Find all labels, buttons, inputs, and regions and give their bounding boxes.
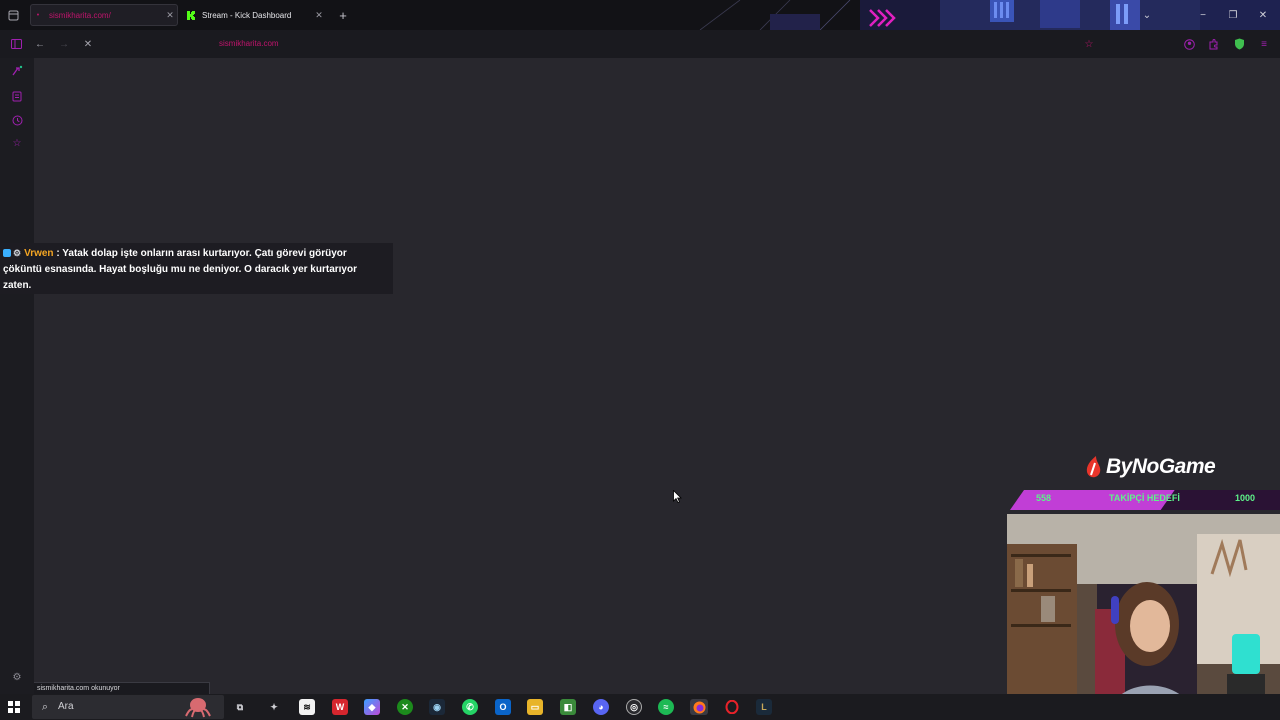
chat-badges: ⚙ <box>3 245 24 262</box>
tab-loading-icon: • <box>36 11 40 19</box>
vpn-shield-icon[interactable] <box>1232 37 1246 51</box>
league-client-icon[interactable]: L <box>756 699 772 715</box>
file-explorer-icon[interactable]: ▭ <box>527 699 543 715</box>
chat-separator: : <box>53 248 63 259</box>
bookmark-star-icon[interactable]: ☆ <box>1082 37 1096 51</box>
tab-sismikharita[interactable]: • sismikharita.com/ ✕ <box>30 4 178 26</box>
xbox-icon[interactable]: ✕ <box>397 699 413 715</box>
browser-address-bar: ← → ✕ sismikharita.com ☆ ≡ <box>0 30 1280 58</box>
windows-taskbar: ⌕ Ara ⧉ ✦ ≋ W ◆ ✕ ◉ ✆ O ▭ ◧ ◕ ◎ ≈ L <box>0 694 1280 720</box>
back-icon[interactable]: ← <box>33 37 47 51</box>
sidebar-toggle-icon[interactable] <box>9 37 23 51</box>
search-highlight-octopus-icon <box>178 696 218 718</box>
aria-ai-icon[interactable] <box>10 64 24 78</box>
stop-loading-icon[interactable]: ✕ <box>81 37 95 51</box>
url-text: sismikharita.com <box>219 39 279 48</box>
browser-tab-bar: • sismikharita.com/ ✕ Stream - Kick Dash… <box>0 0 1280 30</box>
minimize-icon[interactable]: − <box>1196 8 1210 22</box>
status-bar: sismikharita.com okunuyor <box>34 682 210 694</box>
whatsapp-icon[interactable]: ✆ <box>462 699 478 715</box>
android-studio-icon[interactable]: ◧ <box>560 699 576 715</box>
screen: • sismikharita.com/ ✕ Stream - Kick Dash… <box>0 0 1280 720</box>
capcut-icon[interactable]: ≋ <box>299 699 315 715</box>
search-icon: ⌕ <box>41 700 49 713</box>
discord-icon[interactable]: ◕ <box>593 699 609 715</box>
stream-chat-message: ⚙ Vrwen : Yatak dolap işte onların arası … <box>0 243 393 294</box>
goal-current: 558 <box>1036 493 1052 503</box>
tab-title: Stream - Kick Dashboard <box>202 10 292 20</box>
settings-gear-icon[interactable]: ⚙ <box>10 670 24 684</box>
wps-office-icon[interactable]: W <box>332 699 348 715</box>
streamer-webcam <box>1007 514 1280 720</box>
goal-label: TAKİPÇİ HEDEFİ <box>1109 493 1180 503</box>
url-field[interactable]: sismikharita.com <box>200 34 890 54</box>
tab-title: sismikharita.com/ <box>49 10 111 20</box>
subscriber-badge-icon <box>3 249 11 257</box>
close-tab-icon[interactable]: ✕ <box>163 10 177 21</box>
close-window-icon[interactable]: ✕ <box>1256 8 1270 22</box>
copilot-icon[interactable]: ◆ <box>364 699 380 715</box>
obs-icon[interactable]: ◎ <box>626 699 642 715</box>
history-icon[interactable] <box>10 113 24 127</box>
bookmarks-star-icon[interactable]: ☆ <box>10 136 24 150</box>
extensions-icon[interactable] <box>1206 37 1220 51</box>
mouse-cursor-icon <box>673 489 682 508</box>
account-icon[interactable] <box>1182 37 1196 51</box>
tab-actions-icon[interactable] <box>6 8 20 22</box>
firefox-icon[interactable] <box>690 699 708 715</box>
tab-menu-chevron-icon[interactable]: ⌄ <box>1140 8 1154 22</box>
outlook-icon[interactable]: O <box>495 699 511 715</box>
easy-setup-menu-icon[interactable]: ≡ <box>1257 37 1271 51</box>
gear-badge-icon: ⚙ <box>13 248 22 258</box>
steam-icon[interactable]: ◉ <box>429 699 445 715</box>
bynogame-logo: ByNoGame <box>1082 455 1216 479</box>
browser-sidebar: ☆ ⚙ <box>0 58 34 694</box>
bird-app-icon[interactable]: ✦ <box>266 699 282 715</box>
spotify-icon[interactable]: ≈ <box>658 699 674 715</box>
brand-name: ByNoGame <box>1106 455 1216 478</box>
chat-username: Vrwen <box>24 248 54 259</box>
windows-start-icon[interactable] <box>8 701 20 713</box>
bynogame-flame-icon <box>1086 456 1101 478</box>
close-tab-icon[interactable]: ✕ <box>312 10 326 21</box>
forward-icon[interactable]: → <box>57 37 71 51</box>
new-tab-button[interactable]: + <box>336 8 350 23</box>
task-view-icon[interactable]: ⧉ <box>232 699 248 715</box>
pinboard-icon[interactable] <box>10 89 24 103</box>
restore-icon[interactable]: ❐ <box>1226 8 1240 22</box>
tab-kick-dashboard[interactable]: Stream - Kick Dashboard ✕ <box>184 4 326 26</box>
opera-gx-icon[interactable] <box>724 699 740 715</box>
search-placeholder: Ara <box>58 701 74 712</box>
browser-theme-art: ⌄ − ❐ ✕ <box>680 0 1280 30</box>
kick-logo-icon <box>184 10 198 20</box>
goal-target: 1000 <box>1235 493 1256 503</box>
